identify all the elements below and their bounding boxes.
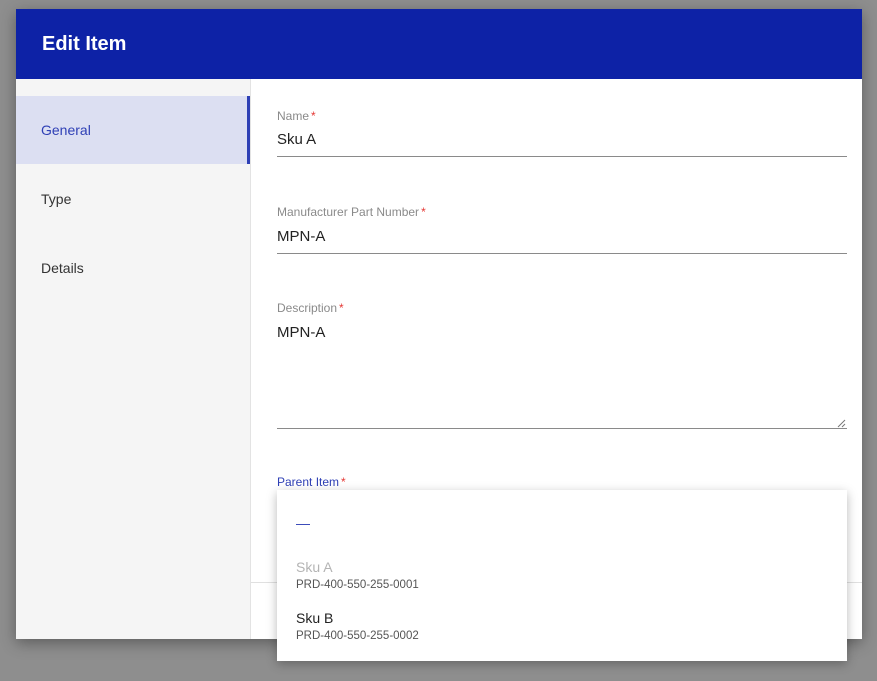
name-field-label: Name * <box>277 109 316 123</box>
description-field-underline <box>277 428 847 429</box>
dialog-title: Edit Item <box>42 32 127 55</box>
option-name: Sku A <box>296 559 333 575</box>
name-field[interactable]: Sku A <box>277 131 316 148</box>
mpn-field-label: Manufacturer Part Number * <box>277 205 426 219</box>
dropdown-option-sku-b[interactable]: Sku B PRD-400-550-255-0002 <box>277 610 847 642</box>
required-asterisk: * <box>421 205 426 219</box>
sidebar-item-type[interactable]: Type <box>16 165 250 233</box>
dialog-header: Edit Item <box>16 9 862 79</box>
dropdown-option-empty[interactable]: — <box>277 515 847 533</box>
required-asterisk: * <box>311 109 316 123</box>
mpn-field-underline <box>277 253 847 254</box>
sidebar-item-details[interactable]: Details <box>16 234 250 302</box>
sidebar-item-label: General <box>41 122 91 138</box>
description-textarea[interactable]: MPN-A <box>277 324 325 341</box>
sidebar-item-label: Details <box>41 260 84 276</box>
parent-item-field-label: Parent Item * <box>277 475 346 489</box>
option-code: PRD-400-550-255-0002 <box>296 630 419 642</box>
sidebar-item-general[interactable]: General <box>16 96 250 164</box>
dropdown-option-sku-a: Sku A PRD-400-550-255-0001 <box>277 559 847 591</box>
resize-handle-icon[interactable] <box>836 418 846 428</box>
parent-item-dropdown: — Sku A PRD-400-550-255-0001 Sku B PRD-4… <box>277 490 847 661</box>
option-name: Sku B <box>296 610 334 626</box>
option-code: PRD-400-550-255-0001 <box>296 579 419 591</box>
mpn-field[interactable]: MPN-A <box>277 228 325 245</box>
required-asterisk: * <box>339 301 344 315</box>
required-asterisk: * <box>341 475 346 489</box>
sidebar: General Type Details <box>16 79 251 639</box>
description-field-label: Description * <box>277 301 344 315</box>
name-field-underline <box>277 156 847 157</box>
empty-option-dash: — <box>296 515 310 531</box>
sidebar-item-label: Type <box>41 191 72 207</box>
